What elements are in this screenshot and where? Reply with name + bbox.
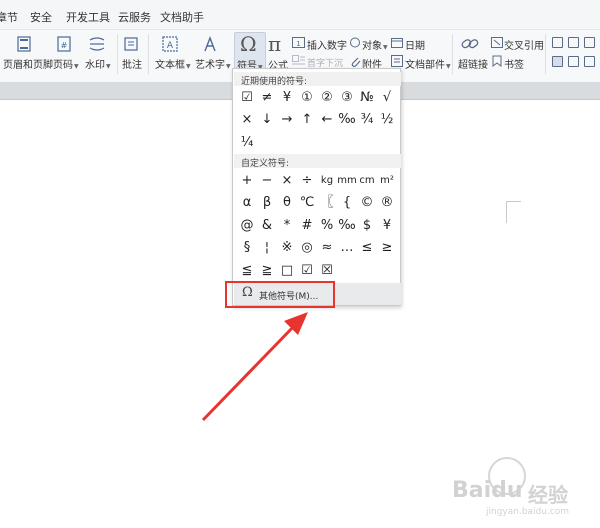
watermark-brand-cn: 经验 bbox=[528, 483, 568, 507]
watermark-brand: Baidu bbox=[452, 478, 523, 503]
watermark-url: jingyan.baidu.com bbox=[486, 507, 570, 517]
red-arrow-annotation bbox=[201, 312, 308, 422]
